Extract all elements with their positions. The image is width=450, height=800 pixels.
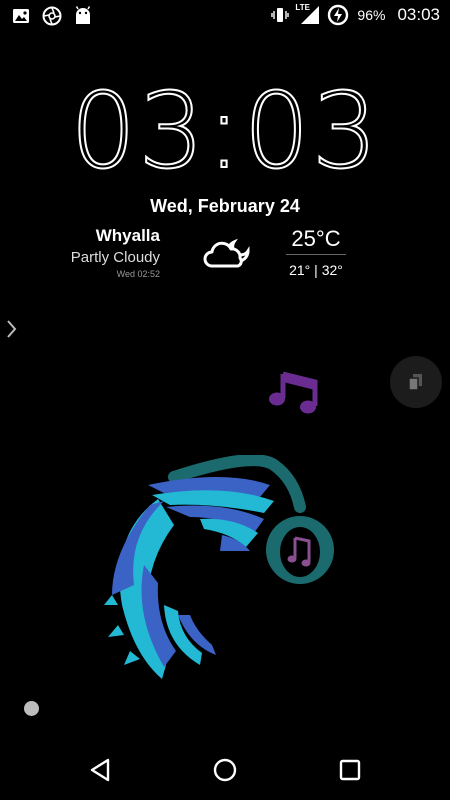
status-bar: LTE 96% 03:03 bbox=[0, 0, 450, 32]
status-time: 03:03 bbox=[397, 5, 440, 24]
battery-percent: 96% bbox=[357, 7, 386, 23]
copy-shortcut-button[interactable] bbox=[390, 356, 442, 408]
weather-temp-range: 21° | 32° bbox=[289, 262, 343, 278]
lockscreen-clock: 03:03 bbox=[69, 69, 380, 193]
back-icon[interactable] bbox=[86, 756, 114, 784]
notification-icons bbox=[12, 6, 92, 26]
copy-icon bbox=[408, 374, 422, 391]
recents-icon[interactable] bbox=[336, 756, 364, 784]
partly-cloudy-night-icon bbox=[203, 238, 250, 268]
headphones-mane-artwork bbox=[104, 455, 334, 679]
battery-charging-icon bbox=[328, 4, 349, 26]
aperture-icon bbox=[42, 6, 62, 26]
music-note-icon bbox=[269, 371, 318, 414]
system-status: LTE 96% 03:03 bbox=[271, 3, 440, 26]
lockscreen-date: Wed, February 24 bbox=[150, 196, 300, 216]
weather-temperature: 25°C bbox=[286, 226, 346, 255]
weather-updated-time: Wed 02:52 bbox=[116, 269, 160, 279]
page-indicator-dot bbox=[24, 701, 39, 716]
chevron-right-icon[interactable] bbox=[5, 318, 19, 340]
android-icon bbox=[75, 6, 91, 24]
image-icon bbox=[13, 9, 29, 23]
lte-signal-icon: LTE bbox=[295, 3, 321, 26]
weather-condition: Partly Cloudy bbox=[70, 249, 160, 266]
navigation-bar bbox=[0, 738, 450, 800]
weather-city: Whyalla bbox=[95, 226, 160, 245]
weather-widget[interactable]: Whyalla Partly Cloudy Wed 02:52 25°C 21°… bbox=[0, 226, 450, 286]
home-icon[interactable] bbox=[211, 756, 239, 784]
vibrate-icon bbox=[271, 8, 290, 22]
